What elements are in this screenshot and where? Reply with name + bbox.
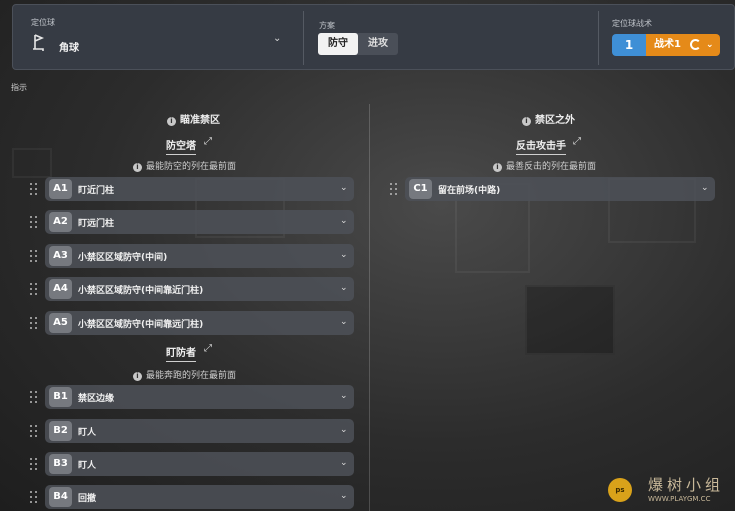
instructions-label: 指示 (11, 83, 27, 92)
role-label: 回撤 (78, 494, 97, 504)
info-icon: i (133, 163, 142, 172)
chevron-down-icon[interactable]: ⌄ (340, 183, 348, 193)
chevron-down-icon: ⌄ (706, 40, 714, 50)
chevron-down-icon[interactable]: ⌄ (340, 391, 348, 401)
tactic-number-badge[interactable]: 1 (612, 34, 646, 56)
role-label: 盯人 (78, 428, 97, 438)
drag-handle-icon[interactable] (30, 317, 38, 329)
chevron-down-icon[interactable]: ⌄ (340, 283, 348, 293)
role-label: 盯远门柱 (78, 219, 115, 229)
divider (303, 11, 304, 65)
role-badge: B3 (49, 454, 72, 474)
role-label: 小禁区区域防守(中间靠近门柱) (78, 286, 204, 296)
chevron-down-icon[interactable]: ⌄ (340, 425, 348, 435)
role-label: 禁区边缘 (78, 394, 115, 404)
role-label: 盯人 (78, 461, 97, 471)
role-badge: A2 (49, 212, 72, 232)
tab-attack[interactable]: 进攻 (358, 33, 398, 55)
watermark-logo: ps (608, 478, 632, 502)
list-item[interactable]: B4 回撤 ⌄ (30, 485, 354, 509)
role-badge: B2 (49, 421, 72, 441)
tactic-name: 战术1 (654, 39, 681, 50)
role-badge: A3 (49, 246, 72, 266)
role-label: 小禁区区域防守(中间) (78, 253, 168, 263)
role-label: 留在前场(中路) (438, 186, 501, 196)
chevron-down-icon[interactable]: ⌄ (340, 491, 348, 501)
info-icon: i (133, 372, 142, 381)
chevron-down-icon[interactable]: ⌄ (273, 33, 281, 44)
list-item[interactable]: C1 留在前场(中路) ⌄ (390, 177, 715, 201)
list-item[interactable]: A1 盯近门柱 ⌄ (30, 177, 354, 201)
drag-handle-icon[interactable] (30, 250, 38, 262)
info-icon: i (493, 163, 502, 172)
chevron-down-icon[interactable]: ⌄ (340, 216, 348, 226)
chevron-down-icon[interactable]: ⌄ (340, 317, 348, 327)
role-badge: A5 (49, 313, 72, 333)
loading-icon (690, 39, 701, 50)
list-item[interactable]: A4 小禁区区域防守(中间靠近门柱) ⌄ (30, 277, 354, 301)
watermark: ps 爆树小组 WWW.PLAYGM.CC (608, 472, 735, 511)
list-item[interactable]: A5 小禁区区域防守(中间靠远门柱) ⌄ (30, 311, 354, 335)
drag-handle-icon[interactable] (30, 425, 38, 437)
category-value: 角球 (59, 43, 79, 54)
swap-arrows-icon[interactable]: ⤢ (573, 136, 581, 147)
background-monitor (525, 285, 615, 355)
background-frame (12, 148, 52, 178)
group-title-markers: 盯防者 (166, 344, 196, 362)
column-title-right: i 禁区之外 (522, 111, 575, 126)
list-item[interactable]: A2 盯远门柱 ⌄ (30, 210, 354, 234)
list-item[interactable]: B2 盯人 ⌄ (30, 419, 354, 443)
group-hint: i 最能防空的列在最前面 (133, 159, 236, 172)
swap-arrows-icon[interactable]: ⤢ (204, 343, 212, 354)
watermark-url: WWW.PLAYGM.CC (648, 495, 711, 503)
swap-arrows-icon[interactable]: ⤢ (204, 136, 212, 147)
set-piece-header: 定位球 角球 ⌄ 方案 防守 进攻 定位球战术 1 战术1 ⌄ (12, 4, 735, 70)
info-icon: i (522, 117, 531, 126)
role-badge: A4 (49, 279, 72, 299)
chevron-down-icon[interactable]: ⌄ (340, 250, 348, 260)
plan-tabs: 防守 进攻 (318, 33, 398, 55)
role-badge: C1 (409, 179, 432, 199)
group-hint: i 最善反击的列在最前面 (493, 159, 596, 172)
role-badge: B4 (49, 487, 72, 507)
group-title-aerial: 防空塔 (166, 137, 196, 155)
drag-handle-icon[interactable] (30, 458, 38, 470)
watermark-text: 爆树小组 (648, 476, 725, 494)
drag-handle-icon[interactable] (30, 491, 38, 503)
tactic-select[interactable]: 战术1 ⌄ (646, 34, 720, 56)
list-item[interactable]: A3 小禁区区域防守(中间) ⌄ (30, 244, 354, 268)
chevron-down-icon[interactable]: ⌄ (701, 183, 709, 193)
category-label: 定位球 (31, 18, 55, 27)
tactic-label: 定位球战术 (612, 19, 652, 28)
column-divider (369, 104, 370, 511)
column-title-left: i 瞄准禁区 (167, 111, 220, 126)
group-hint: i 最能奔跑的列在最前面 (133, 368, 236, 381)
drag-handle-icon[interactable] (30, 216, 38, 228)
divider (598, 11, 599, 65)
chevron-down-icon[interactable]: ⌄ (340, 458, 348, 468)
drag-handle-icon[interactable] (30, 183, 38, 195)
list-item[interactable]: B1 禁区边缘 ⌄ (30, 385, 354, 409)
group-title-counter: 反击攻击手 (516, 137, 566, 155)
drag-handle-icon[interactable] (390, 183, 398, 195)
corner-flag-icon (33, 34, 45, 51)
drag-handle-icon[interactable] (30, 391, 38, 403)
role-label: 盯近门柱 (78, 186, 115, 196)
info-icon: i (167, 117, 176, 126)
list-item[interactable]: B3 盯人 ⌄ (30, 452, 354, 476)
drag-handle-icon[interactable] (30, 283, 38, 295)
tab-defense[interactable]: 防守 (318, 33, 358, 55)
role-badge: A1 (49, 179, 72, 199)
role-label: 小禁区区域防守(中间靠远门柱) (78, 320, 204, 330)
plan-label: 方案 (319, 21, 335, 30)
role-badge: B1 (49, 387, 72, 407)
category-section[interactable]: 定位球 角球 ⌄ (13, 5, 303, 69)
